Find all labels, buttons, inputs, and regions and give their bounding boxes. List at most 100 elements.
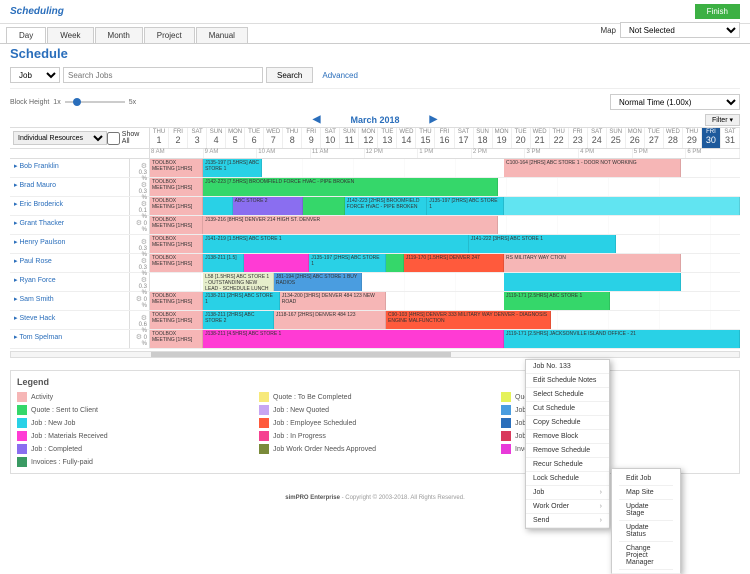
gear-icon[interactable]: ⚙ — [141, 258, 147, 265]
map-select[interactable]: Not Selected — [620, 22, 740, 38]
resource-name[interactable]: ▸ Steve Hack — [10, 311, 130, 329]
resource-stats[interactable]: ⚙ 0.3 % — [130, 178, 150, 196]
resource-track[interactable]: TOOLBOX MEETING [1HRS]J139-216 [8HRS] DE… — [150, 216, 740, 234]
schedule-block[interactable]: C90-103 [4HRS] DENVER 333 MILITARY WAY D… — [386, 311, 551, 329]
day-13[interactable]: TUE13 — [378, 128, 397, 148]
resource-track[interactable]: TOOLBOX MEETING [1HRS]J138-211 [2HRS] AB… — [150, 311, 740, 329]
day-7[interactable]: WED7 — [264, 128, 283, 148]
tab-project[interactable]: Project — [144, 27, 195, 43]
show-all-toggle[interactable]: Show All — [107, 131, 146, 145]
resource-name[interactable]: ▸ Grant Thacker — [10, 216, 130, 234]
subctx-edit-job[interactable]: Edit Job — [619, 472, 673, 486]
schedule-block[interactable]: TOOLBOX MEETING [1HRS] — [150, 216, 203, 234]
schedule-block[interactable]: C100-164 [2HRS] ABC STORE 1 - DOOR NOT W… — [504, 159, 681, 177]
resource-track[interactable]: TOOLBOX MEETING [1HRS]J142-223 [7.5HRS] … — [150, 178, 740, 196]
schedule-block[interactable]: TOOLBOX MEETING [1HRS] — [150, 197, 203, 215]
resource-stats[interactable]: ⚙ 0.3 % — [130, 254, 150, 272]
day-5[interactable]: MON5 — [226, 128, 245, 148]
search-button[interactable]: Search — [266, 67, 313, 83]
day-10[interactable]: SAT10 — [321, 128, 340, 148]
resource-stats[interactable]: ⚙ 0.3 % — [130, 273, 150, 291]
horizontal-scrollbar[interactable] — [10, 351, 740, 358]
day-22[interactable]: THU22 — [550, 128, 569, 148]
day-21[interactable]: WED21 — [531, 128, 550, 148]
schedule-block[interactable]: TOOLBOX MEETING [1HRS] — [150, 330, 203, 348]
advanced-link[interactable]: Advanced — [322, 71, 358, 80]
schedule-block[interactable]: TOOLBOX MEETING [1HRS] — [150, 292, 203, 310]
tab-month[interactable]: Month — [95, 27, 143, 43]
ctx-send[interactable]: Send — [526, 514, 609, 528]
schedule-block[interactable]: J81-194 [2HRS] ABC STORE 1 BUY RADIOS — [274, 273, 363, 291]
gear-icon[interactable]: ⚙ — [141, 239, 147, 246]
tab-week[interactable]: Week — [47, 27, 93, 43]
day-4[interactable]: SUN4 — [207, 128, 226, 148]
entity-select[interactable]: Job — [10, 67, 60, 83]
resource-stats[interactable]: ⚙ 0 % — [130, 216, 150, 234]
resource-name[interactable]: ▸ Sam Smith — [10, 292, 130, 310]
ctx-edit-schedule-notes[interactable]: Edit Schedule Notes — [526, 374, 609, 388]
resource-name[interactable]: ▸ Brad Mauro — [10, 178, 130, 196]
schedule-block[interactable]: ABC STORE 2 — [233, 197, 304, 215]
resource-track[interactable]: TOOLBOX MEETING [1HRS]J138-211 [1.5]J135… — [150, 254, 740, 272]
schedule-block[interactable]: J135-197 [2HRS] ABC STORE 1 — [427, 197, 504, 215]
day-26[interactable]: MON26 — [626, 128, 645, 148]
day-23[interactable]: FRI23 — [569, 128, 588, 148]
resource-track[interactable]: TOOLBOX MEETING [1HRS] ABC STORE 2 J142-22… — [150, 197, 740, 215]
resource-track[interactable]: TOOLBOX MEETING [1HRS]J141-219 [1.5HRS] … — [150, 235, 740, 253]
day-19[interactable]: MON19 — [493, 128, 512, 148]
resource-name[interactable]: ▸ Henry Paulson — [10, 235, 130, 253]
day-2[interactable]: FRI2 — [169, 128, 188, 148]
schedule-block[interactable] — [303, 197, 344, 215]
prev-month-icon[interactable]: ◀ — [313, 114, 321, 125]
gear-icon[interactable]: ⚙ — [141, 201, 147, 208]
resource-stats[interactable]: ⚙ 0.1 % — [130, 197, 150, 215]
resource-name[interactable]: ▸ Paul Rose — [10, 254, 130, 272]
schedule-block[interactable]: J139-216 [8HRS] DENVER 214 HIGH ST. DENV… — [203, 216, 498, 234]
day-28[interactable]: WED28 — [664, 128, 683, 148]
day-31[interactable]: SAT31 — [721, 128, 740, 148]
day-15[interactable]: THU15 — [416, 128, 435, 148]
resources-select[interactable]: Individual Resources — [13, 131, 107, 145]
schedule-block[interactable]: RS MILITARY WAY CTION — [504, 254, 681, 272]
resource-stats[interactable]: ⚙ 0 % — [130, 330, 150, 348]
schedule-block[interactable]: TOOLBOX MEETING [1HRS] — [150, 235, 203, 253]
schedule-block[interactable]: J142-223 [2HRS] BROOMFIELD FORCE HVAC - … — [345, 197, 428, 215]
schedule-block[interactable]: J134-200 [3HRS] DENVER 484 123 NEW ROAD — [280, 292, 386, 310]
day-16[interactable]: FRI16 — [435, 128, 454, 148]
schedule-block[interactable]: J138-211 [2HRS] ABC STORE 1 — [203, 292, 280, 310]
schedule-block[interactable]: J135-197 [2HRS] ABC STORE 1 — [309, 254, 386, 272]
resource-track[interactable]: TOOLBOX MEETING [1HRS]J138-211 [2HRS] AB… — [150, 292, 740, 310]
schedule-block[interactable] — [244, 254, 309, 272]
gear-icon[interactable]: ⚙ — [141, 315, 147, 322]
schedule-block[interactable]: L58 [1.5HRS] ABC STORE 1 - OUTSTANDING N… — [203, 273, 274, 291]
ctx-job[interactable]: Job — [526, 486, 609, 500]
resource-name[interactable]: ▸ Bob Franklin — [10, 159, 130, 177]
day-30[interactable]: FRI30 — [702, 128, 721, 148]
day-12[interactable]: MON12 — [359, 128, 378, 148]
day-14[interactable]: WED14 — [397, 128, 416, 148]
gear-icon[interactable]: ⚙ — [141, 163, 147, 170]
gear-icon[interactable]: ⚙ — [141, 277, 147, 284]
ctx-recur-schedule[interactable]: Recur Schedule — [526, 458, 609, 472]
schedule-block[interactable] — [386, 254, 404, 272]
subctx-map-site[interactable]: Map Site — [619, 486, 673, 500]
schedule-block[interactable]: J142-223 [7.5HRS] BROOMFIELD FORCE HVAC … — [203, 178, 498, 196]
ctx-work-order[interactable]: Work Order — [526, 500, 609, 514]
resource-stats[interactable]: ⚙ 0.6 % — [130, 311, 150, 329]
gear-icon[interactable]: ⚙ — [136, 220, 142, 227]
resource-track[interactable]: L58 [1.5HRS] ABC STORE 1 - OUTSTANDING N… — [150, 273, 740, 291]
schedule-block[interactable]: J135-197 [1.5HRS] ABC STORE 1 — [203, 159, 262, 177]
resource-name[interactable]: ▸ Eric Broderick — [10, 197, 130, 215]
gear-icon[interactable]: ⚙ — [136, 296, 142, 303]
day-20[interactable]: TUE20 — [512, 128, 531, 148]
gear-icon[interactable]: ⚙ — [141, 182, 147, 189]
schedule-block[interactable]: TOOLBOX MEETING [1HRS] — [150, 159, 203, 177]
day-9[interactable]: FRI9 — [302, 128, 321, 148]
subctx-update-stage[interactable]: Update Stage — [619, 500, 673, 521]
schedule-block[interactable]: J141-219 [1.5HRS] ABC STORE 1 — [203, 235, 469, 253]
day-18[interactable]: SUN18 — [474, 128, 493, 148]
gear-icon[interactable]: ⚙ — [136, 334, 142, 341]
schedule-block[interactable]: J119-171 [2.5HRS] ABC STORE 1 — [504, 292, 610, 310]
day-24[interactable]: SAT24 — [588, 128, 607, 148]
day-6[interactable]: TUE6 — [245, 128, 264, 148]
